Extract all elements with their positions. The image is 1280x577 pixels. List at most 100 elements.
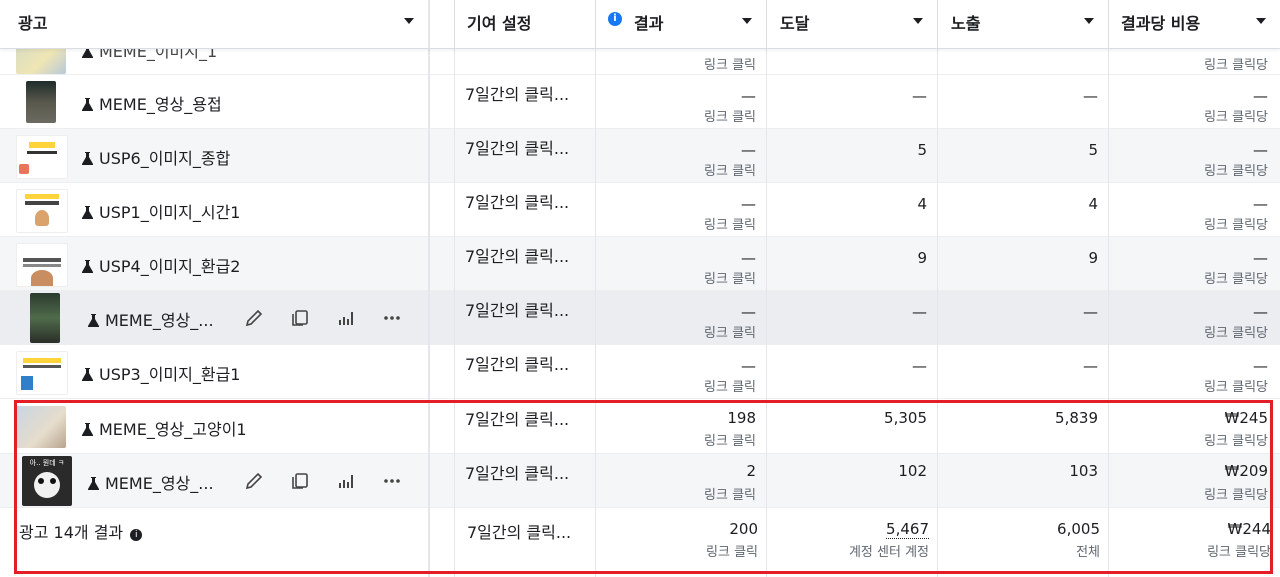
results-value: — [741, 87, 756, 105]
info-icon[interactable]: i [130, 529, 143, 541]
table-row[interactable]: MEME_영상_용접 7일간의 클릭... — 링크 클릭 — — — 링크 클… [0, 75, 1280, 129]
flask-icon [82, 152, 93, 165]
flask-icon [82, 98, 93, 111]
cost-value: — [1253, 141, 1268, 159]
ad-name[interactable]: USP3_이미지_환급1 [82, 361, 240, 385]
attribution-setting: 7일간의 클릭... [465, 139, 570, 158]
cost-value: — [1253, 303, 1268, 321]
ad-thumbnail [16, 135, 68, 179]
result-type: 링크 클릭 [704, 434, 756, 449]
cost-type: 링크 클릭당 [1204, 326, 1268, 341]
table-row[interactable]: USP1_이미지_시간1 7일간의 클릭... — 링크 클릭 4 4 — 링크… [0, 183, 1280, 237]
ad-name[interactable]: USP4_이미지_환급2 [82, 253, 240, 277]
cost-value: — [1253, 249, 1268, 267]
edit-icon[interactable] [243, 470, 265, 492]
flask-icon [82, 368, 93, 381]
duplicate-icon[interactable] [289, 470, 311, 492]
table-row[interactable]: USP4_이미지_환급2 7일간의 클릭... — 링크 클릭 9 9 — 링크… [0, 237, 1280, 291]
table-row[interactable]: MEME_영상_고양이1 7일간의 클릭... 198 링크 클릭 5,305 … [0, 400, 1280, 454]
column-divider [1108, 22, 1109, 513]
impressions-value: 5,839 [1055, 409, 1098, 427]
results-value: — [741, 303, 756, 321]
duplicate-icon[interactable] [289, 307, 311, 329]
column-divider [428, 508, 430, 577]
cost-type: 링크 클릭당 [1207, 545, 1271, 560]
info-icon[interactable]: i [608, 12, 622, 26]
cost-total: ₩244 [1227, 520, 1271, 538]
results-value: 198 [727, 409, 756, 427]
ad-thumbnail [26, 81, 56, 123]
row-actions [243, 470, 403, 492]
ad-thumbnail [16, 406, 66, 448]
ad-name[interactable]: MEME_영상_... [88, 307, 214, 331]
result-type: 링크 클릭 [704, 380, 756, 395]
column-label: 도달 [780, 14, 810, 33]
impressions-value: — [1083, 303, 1098, 321]
impressions-value: — [1083, 87, 1098, 105]
column-header-results[interactable]: i 결과 [596, 0, 766, 48]
ad-name[interactable]: MEME_영상_... [88, 470, 214, 494]
more-icon[interactable] [381, 470, 403, 492]
cost-type: 링크 클릭당 [1204, 272, 1268, 287]
reach-value: 4 [917, 195, 927, 213]
result-type: 링크 클릭 [704, 326, 756, 341]
cost-type: 링크 클릭당 [1204, 488, 1268, 503]
cost-type: 링크 클릭당 [1204, 434, 1268, 449]
table-row[interactable]: USP6_이미지_종합 7일간의 클릭... — 링크 클릭 5 5 — 링크 … [0, 129, 1280, 183]
ad-name[interactable]: MEME_영상_용접 [82, 91, 222, 115]
column-header-attribution[interactable]: 기여 설정 [455, 0, 595, 48]
results-value: — [741, 195, 756, 213]
chevron-down-icon[interactable] [742, 18, 752, 24]
chevron-down-icon[interactable] [1084, 18, 1094, 24]
impressions-value: 5 [1088, 141, 1098, 159]
impressions-type: 전체 [1076, 545, 1100, 560]
attribution-setting: 7일간의 클릭... [465, 301, 570, 320]
column-label: 결과 [634, 14, 664, 33]
results-value: — [741, 249, 756, 267]
impressions-value: 103 [1069, 462, 1098, 480]
impressions-value: 4 [1088, 195, 1098, 213]
result-type: 링크 클릭 [704, 164, 756, 179]
column-divider [937, 22, 938, 513]
results-total: 200 [729, 520, 758, 538]
cost-type: 링크 클릭당 [1204, 380, 1268, 395]
cost-type: 링크 클릭당 [1204, 110, 1268, 125]
column-header-ad[interactable]: 광고 [0, 0, 428, 48]
impressions-total: 6,005 [1057, 520, 1100, 538]
table-row[interactable]: MEME_영상_... 7일간의 클릭... — 링크 클릭 — — — 링크 … [0, 291, 1280, 345]
chevron-down-icon[interactable] [404, 18, 414, 24]
more-icon[interactable] [381, 307, 403, 329]
bar-chart-icon[interactable] [335, 307, 357, 329]
flask-icon [82, 423, 93, 436]
column-label: 노출 [951, 14, 981, 33]
bar-chart-icon[interactable] [335, 470, 357, 492]
chevron-down-icon[interactable] [1256, 18, 1266, 24]
edit-icon[interactable] [243, 307, 265, 329]
flask-icon [82, 260, 93, 273]
reach-value: — [912, 87, 927, 105]
ad-thumbnail [16, 189, 68, 233]
column-header-reach[interactable]: 도달 [767, 0, 937, 48]
result-type: 링크 클릭 [706, 545, 758, 560]
table-row[interactable]: 아.. 뭔데 ㅋ MEME_영상_... 7일간의 클릭... 2 링크 클릭 [0, 454, 1280, 508]
result-type: 링크 클릭 [704, 58, 756, 73]
reach-value: 9 [917, 249, 927, 267]
reach-total[interactable]: 5,467 [767, 520, 929, 539]
cost-type: 링크 클릭당 [1204, 58, 1268, 73]
column-label: 광고 [18, 14, 48, 33]
ad-thumbnail [16, 351, 68, 395]
column-header-impressions[interactable]: 노출 [938, 0, 1108, 48]
column-divider [595, 22, 596, 513]
cost-value: ₩209 [1224, 462, 1268, 480]
chevron-down-icon[interactable] [913, 18, 923, 24]
ad-name[interactable]: USP6_이미지_종합 [82, 145, 230, 169]
ad-name[interactable]: MEME_영상_고양이1 [82, 416, 247, 440]
row-actions [243, 307, 403, 329]
column-header-cost-per-result[interactable]: 결과당 비용 [1109, 0, 1280, 48]
ad-name[interactable]: USP1_이미지_시간1 [82, 199, 240, 223]
reach-value: — [912, 357, 927, 375]
column-divider [766, 22, 767, 513]
column-divider[interactable] [428, 0, 430, 48]
ad-thumbnail: 아.. 뭔데 ㅋ [22, 456, 72, 506]
table-row[interactable]: USP3_이미지_환급1 7일간의 클릭... — 링크 클릭 — — — 링크… [0, 345, 1280, 399]
